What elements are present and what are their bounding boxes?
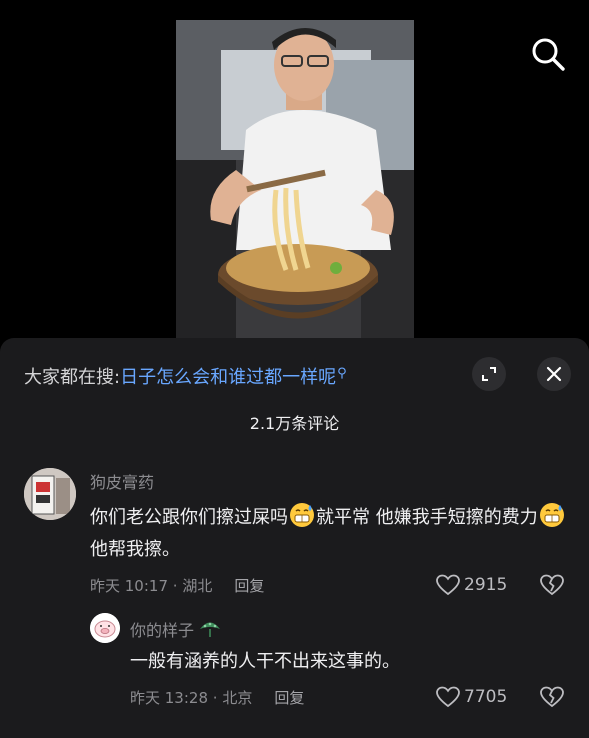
comment-count: 2.1万条评论 [249,414,340,433]
avatar-image [24,468,76,520]
dislike-button[interactable] [540,574,564,600]
like-button[interactable]: 7705 [436,686,507,708]
broken-heart-icon [540,686,564,708]
comment-text: 一般有涵养的人干不出来这事的。 [130,651,400,672]
video-area[interactable] [0,0,589,340]
expand-button[interactable] [472,357,506,391]
broken-heart-icon [540,574,564,596]
heart-icon [436,686,460,708]
comment-time: 昨天 10:17 [90,577,168,595]
comment-text-part: 就平常 他嫌我手短擦的费力 [316,507,538,528]
search-icon [532,38,565,71]
dislike-button[interactable] [540,686,564,712]
sweat-grin-emoji [539,503,564,527]
comment-username[interactable]: 狗皮膏药 [90,469,154,493]
close-button[interactable] [537,357,571,391]
comment-username[interactable]: 你的样子 [130,617,222,641]
like-count: 2915 [464,575,508,595]
expand-icon [482,367,496,381]
peacock-badge-icon [200,622,221,637]
comment-location: 北京 [222,689,253,707]
video-scene-illustration [176,20,414,338]
comment-text-part: 你们老公跟你们擦过屎吗 [90,507,288,528]
video-thumbnail[interactable] [176,20,414,338]
comment-meta: 昨天 10:17 · 湖北 回复 [90,577,265,595]
heart-icon [436,574,460,596]
avatar[interactable] [90,613,120,643]
magnifier-icon: ⚲ [337,366,347,381]
reply-button[interactable]: 回复 [274,689,304,707]
search-suggestion[interactable]: 大家都在搜:日子怎么会和谁过都一样呢⚲ [24,362,347,390]
pig-avatar-image [90,613,120,643]
comment-time: 昨天 13:28 [130,689,208,707]
reply-button[interactable]: 回复 [234,577,264,595]
search-suggestion-prefix: 大家都在搜: [24,367,121,388]
comment-meta: 昨天 13:28 · 北京 回复 [130,689,305,707]
sweat-grin-emoji [290,503,314,527]
avatar[interactable] [24,468,76,520]
comment-username-text: 你的样子 [130,621,195,640]
like-button[interactable]: 2915 [436,574,507,596]
close-icon [546,366,562,382]
search-button[interactable] [528,34,568,74]
like-count: 7705 [464,687,508,707]
comment-text: 你们老公跟你们擦过屎吗 就平常 他嫌我手短擦的费力 他帮我擦。 [90,502,570,566]
comment-location: 湖北 [182,577,213,595]
comments-panel: 大家都在搜:日子怎么会和谁过都一样呢⚲ 2.1万条评论 狗皮膏药 你们老公跟你们… [0,338,589,738]
comment-text-part: 他帮我擦。 [90,539,180,560]
search-suggestion-query[interactable]: 日子怎么会和谁过都一样呢 [120,367,336,388]
